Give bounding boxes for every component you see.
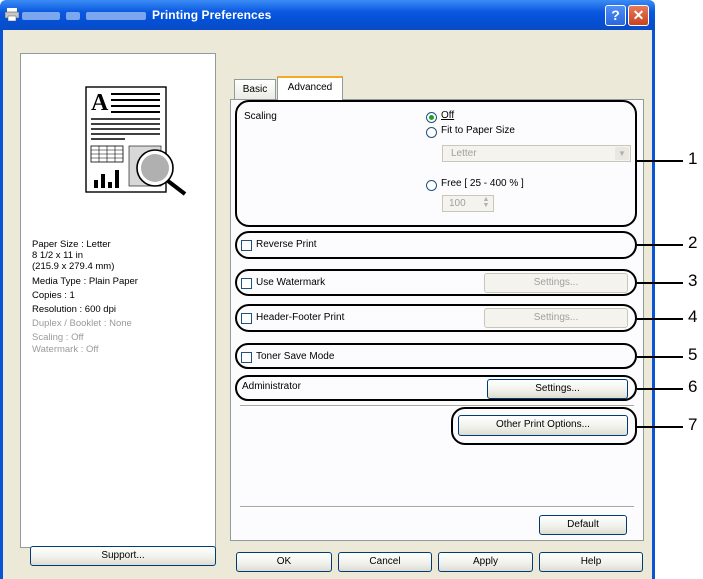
callout-number-7: 7 [688,415,698,434]
document-preview-icon: A [85,86,187,196]
free-scaling-input[interactable]: 100 ▲ ▼ [442,195,494,212]
free-scaling-radio[interactable] [426,180,437,191]
use-watermark-label[interactable]: Use Watermark [256,277,325,288]
blurred-title-text [66,11,80,20]
header-footer-settings-button[interactable]: Settings... [484,308,628,328]
callout-leader-1 [637,160,683,162]
paper-size-select-value: Letter [451,148,477,159]
watermark-settings-button[interactable]: Settings... [484,273,628,293]
info-paper-dims: 8 1/2 x 11 in [32,250,84,261]
info-watermark: Watermark : Off [32,344,99,355]
tab-basic[interactable]: Basic [234,79,276,99]
toner-save-label[interactable]: Toner Save Mode [256,351,334,362]
chevron-down-icon[interactable]: ▼ [615,147,629,160]
header-footer-checkbox[interactable] [241,313,252,324]
reverse-print-checkbox[interactable] [241,240,252,251]
callout-number-2: 2 [688,233,698,252]
callout-number-6: 6 [688,377,698,396]
info-paper-size: Paper Size : Letter [32,239,111,250]
scaling-off-radio[interactable] [426,112,437,123]
callout-leader-3 [637,282,683,284]
title-bar[interactable]: Printing Preferences ? ✕ [0,0,655,30]
printer-app-icon [5,8,19,21]
callout-number-5: 5 [688,345,698,364]
toner-save-checkbox[interactable] [241,352,252,363]
free-scaling-label[interactable]: Free [ 25 - 400 % ] [441,178,524,189]
ok-button[interactable]: OK [236,552,332,572]
scaling-label: Scaling [244,111,277,122]
svg-text:A: A [91,90,109,116]
administrator-settings-button[interactable]: Settings... [487,379,628,399]
window-title: Printing Preferences [22,8,271,22]
tab-advanced[interactable]: Advanced [277,76,343,100]
free-scaling-value: 100 [449,198,466,209]
info-resolution: Resolution : 600 dpi [32,304,116,315]
fit-to-paper-radio[interactable] [426,127,437,138]
other-print-options-button[interactable]: Other Print Options... [458,415,628,436]
separator [240,506,634,508]
callout-leader-7 [637,426,683,428]
info-media-type: Media Type : Plain Paper [32,276,138,287]
close-button[interactable]: ✕ [628,5,649,26]
callout-leader-2 [637,244,683,246]
paper-size-select[interactable]: Letter ▼ [442,145,631,162]
callout-leader-5 [637,356,683,358]
spinner-icon[interactable]: ▲ ▼ [480,196,492,210]
apply-button[interactable]: Apply [438,552,533,572]
blurred-title-text [22,11,60,20]
info-paper-mm: (215.9 x 279.4 mm) [32,261,115,272]
callout-number-3: 3 [688,271,698,290]
reverse-print-label[interactable]: Reverse Print [256,239,317,250]
info-duplex: Duplex / Booklet : None [32,318,132,329]
fit-to-paper-label[interactable]: Fit to Paper Size [441,125,515,136]
info-scaling: Scaling : Off [32,332,84,343]
default-button[interactable]: Default [539,515,627,535]
cancel-button[interactable]: Cancel [338,552,432,572]
administrator-label: Administrator [242,381,301,392]
use-watermark-checkbox[interactable] [241,278,252,289]
help-button[interactable]: ? [605,5,626,26]
blurred-title-text [86,11,146,20]
header-footer-label[interactable]: Header-Footer Print [256,312,344,323]
support-button[interactable]: Support... [30,546,216,566]
scaling-off-label[interactable]: Off [441,110,454,121]
help-footer-button[interactable]: Help [539,552,643,572]
info-copies: Copies : 1 [32,290,75,301]
callout-leader-6 [637,388,683,390]
callout-number-1: 1 [688,149,698,168]
callout-leader-4 [637,318,683,320]
callout-number-4: 4 [688,307,698,326]
